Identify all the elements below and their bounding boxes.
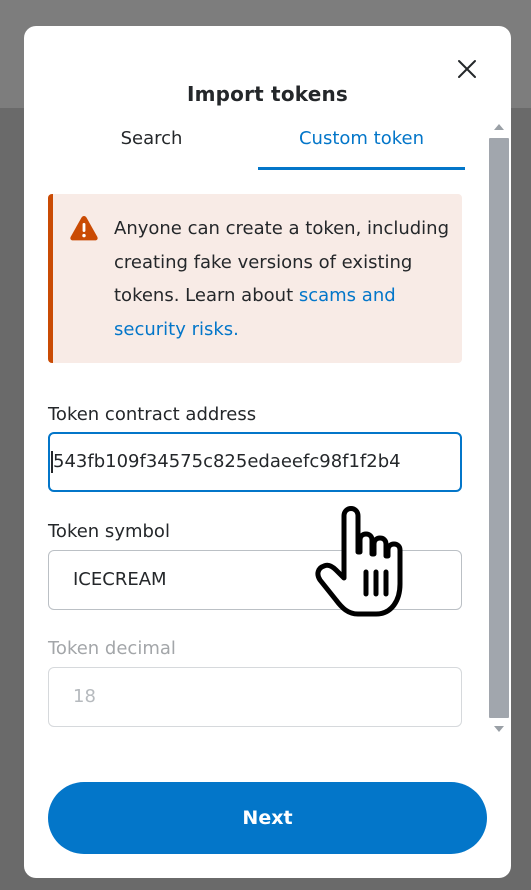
next-button[interactable]: Next [48,782,487,854]
close-icon [458,60,476,78]
hand-pointer-icon [315,506,403,617]
contract-address-input[interactable]: 543fb109f34575c825edaeefc98f1f2b4 [48,432,462,492]
contract-address-value: 543fb109f34575c825edaeefc98f1f2b4 [53,451,401,472]
contract-address-label: Token contract address [48,404,257,425]
scrollbar-thumb[interactable] [489,138,509,718]
token-decimal-input[interactable]: 18 [48,667,462,727]
tab-search[interactable]: Search [48,120,255,170]
token-decimal-label: Token decimal [48,638,176,659]
token-symbol-label: Token symbol [48,521,170,542]
scroll-down-arrow-icon[interactable] [494,726,504,732]
scam-warning-banner: Anyone can create a token, including cre… [48,194,462,363]
warning-triangle-icon [70,216,98,241]
scroll-up-arrow-icon[interactable] [494,124,504,130]
import-tokens-modal: Import tokens Search Custom token Anyone… [24,26,511,878]
scrollbar[interactable] [488,122,510,742]
tab-bar: Search Custom token [48,120,465,170]
warning-message: Anyone can create a token, including cre… [114,212,454,346]
modal-title: Import tokens [186,82,349,106]
warning-text: Anyone can create a token, including cre… [114,218,450,306]
close-button[interactable] [454,56,480,82]
tab-custom-token[interactable]: Custom token [258,120,465,170]
